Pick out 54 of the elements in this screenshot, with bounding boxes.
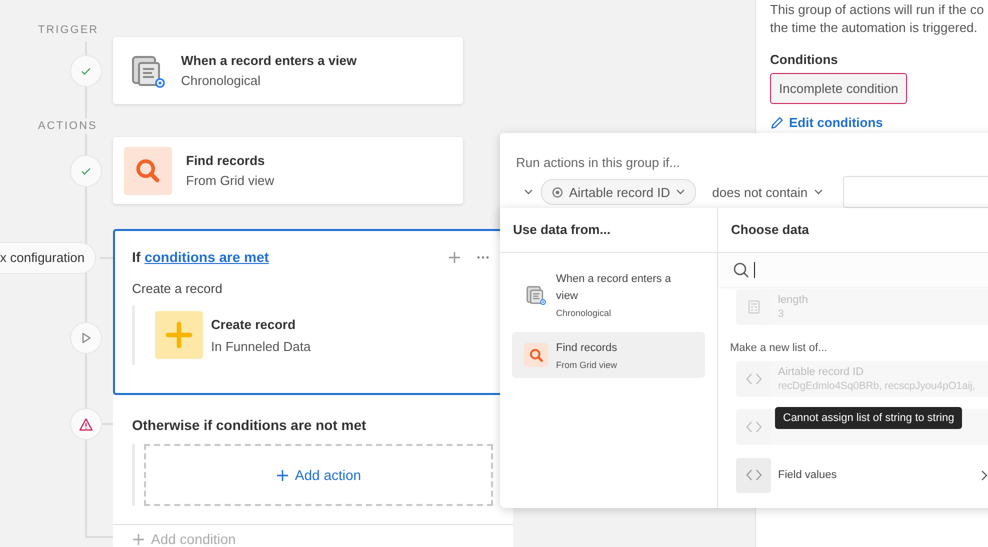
item-title: Field values (778, 469, 838, 481)
source-title: Find records (556, 341, 618, 356)
condition-chip: Incomplete condition (770, 73, 908, 104)
panel-description: the time the automation is triggered. (770, 19, 978, 37)
plus-icon (132, 532, 145, 546)
card-subtitle: Chronological (181, 73, 262, 88)
search-icon (124, 146, 172, 194)
card-subtitle: In Funneled Data (211, 338, 311, 354)
chevron-icon (814, 189, 823, 195)
add-icon[interactable] (448, 251, 461, 264)
search-icon (733, 262, 749, 278)
source-title: When a record enters a view (556, 272, 672, 304)
table-icon (131, 54, 165, 88)
tooltip: Cannot assign list of string to string (775, 407, 962, 429)
field-select[interactable]: Airtable record ID (541, 179, 696, 205)
conditions-label: Conditions (770, 52, 839, 67)
group-description: Create a record (132, 281, 224, 296)
operator-select[interactable]: does not contain (704, 180, 831, 204)
field-icon (552, 186, 563, 198)
section-label: ACTIONS (38, 118, 98, 134)
card-title: When a record enters a view (181, 53, 357, 68)
card-title: Create record (211, 316, 297, 332)
search-icon (524, 343, 548, 367)
conditions-link[interactable]: conditions are met (144, 249, 269, 265)
otherwise-heading: Otherwise if conditions are not met (132, 417, 368, 433)
data-item[interactable]: Field values (736, 457, 988, 493)
play-icon (71, 323, 101, 353)
chevron-icon (676, 189, 686, 195)
card-title: Find records (186, 153, 266, 168)
panel-description: This group of actions will run if the co (770, 1, 985, 19)
plus-icon (155, 311, 203, 359)
card-subtitle: From Grid view (186, 173, 274, 188)
code-icon (736, 458, 771, 492)
search-field[interactable] (718, 253, 988, 287)
edit-conditions-link[interactable]: Edit conditions (770, 115, 883, 130)
add-action-button[interactable]: Add action (144, 444, 493, 506)
warning-icon (71, 409, 101, 439)
item-title: length (778, 294, 809, 306)
section-label: Make a new list of... (730, 342, 828, 354)
branch-label: x configuration (0, 243, 95, 273)
item-title: Airtable record ID (778, 366, 865, 378)
check-icon (71, 56, 101, 86)
pencil-icon (770, 116, 784, 130)
column-heading: Use data from... (500, 208, 717, 253)
plus-icon (276, 468, 289, 482)
more-icon[interactable] (477, 256, 489, 259)
check-icon (71, 156, 101, 186)
chevron-icon (524, 189, 533, 195)
editor-prompt: Run actions in this group if... (516, 155, 682, 170)
source-subtitle: Chronological (556, 308, 612, 318)
source-item[interactable]: When a record enters a view Chronological (512, 263, 705, 326)
source-subtitle: From Grid view (556, 360, 618, 370)
value-field[interactable] (842, 176, 988, 208)
source-item[interactable]: Find records From Grid view (512, 332, 705, 378)
